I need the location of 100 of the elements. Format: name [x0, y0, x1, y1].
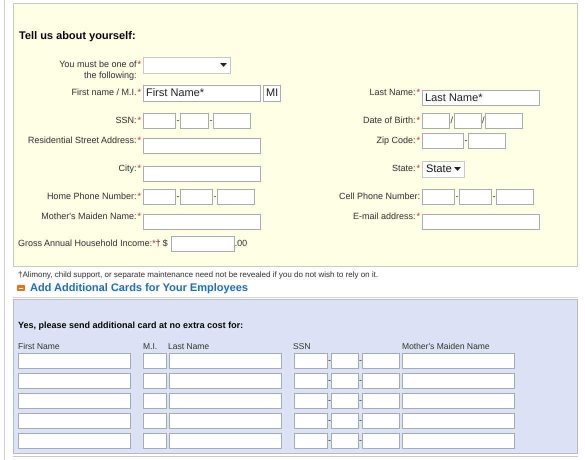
dropdown[interactable]: State — [422, 160, 465, 178]
currency-sign: $ — [162, 236, 168, 250]
input-field[interactable] — [422, 132, 464, 148]
input-field[interactable] — [217, 188, 255, 204]
input-field[interactable] — [331, 352, 359, 368]
required-mark: * — [137, 134, 141, 146]
input-field[interactable] — [18, 392, 131, 408]
required-mark: * — [416, 162, 420, 174]
input-field[interactable] — [213, 112, 251, 128]
input-field[interactable] — [422, 188, 455, 204]
required-mark: * — [137, 210, 141, 222]
input-field[interactable] — [169, 392, 282, 408]
separator: - — [359, 356, 362, 365]
field-label: You must be one of the following: — [58, 58, 136, 80]
input-field[interactable] — [143, 112, 176, 128]
separator: - — [359, 396, 362, 405]
separator: - — [328, 376, 331, 385]
input-field[interactable]: First Name* — [143, 84, 261, 102]
required-mark: * — [137, 114, 141, 126]
separator: - — [456, 192, 458, 201]
field-label: Gross Annual Household Income: — [18, 236, 152, 250]
input-field[interactable] — [294, 432, 328, 448]
input-field[interactable] — [18, 432, 131, 448]
cents-text: .00 — [234, 236, 248, 250]
input-field[interactable] — [422, 214, 540, 230]
input-field[interactable] — [169, 372, 282, 388]
collapse-icon[interactable] — [17, 285, 25, 291]
separator: - — [176, 116, 180, 125]
input-field[interactable] — [485, 112, 524, 128]
input-field[interactable] — [170, 236, 235, 252]
separator: / — [450, 116, 454, 125]
separator: - — [328, 416, 331, 425]
field-label: Mother's Maiden Name: — [41, 210, 136, 222]
input-field[interactable] — [362, 372, 400, 388]
section-heading[interactable]: Add Additional Cards for Your Employees — [30, 280, 248, 296]
input-field[interactable] — [362, 352, 400, 368]
input-field[interactable] — [294, 392, 328, 408]
field-label: E-mail address: — [352, 210, 416, 222]
input-field[interactable] — [362, 412, 400, 428]
separator: - — [328, 356, 331, 365]
input-field[interactable] — [18, 372, 131, 388]
input-field[interactable] — [143, 352, 167, 368]
separator: - — [328, 396, 331, 405]
separator: - — [359, 376, 362, 385]
input-field[interactable] — [402, 412, 515, 428]
input-field[interactable] — [331, 412, 359, 428]
field-label: Last Name: — [369, 86, 416, 98]
input-field[interactable]: Last Name* — [422, 90, 540, 106]
field-label: Residential Street Address: — [28, 134, 136, 146]
input-field[interactable] — [180, 112, 209, 128]
caret-icon — [220, 63, 227, 67]
field-label: SSN: — [115, 114, 136, 126]
input-field[interactable] — [143, 432, 167, 448]
input-field[interactable] — [169, 432, 282, 448]
field-label: First name / M.I. — [71, 86, 136, 98]
input-field[interactable] — [402, 352, 515, 368]
input-field[interactable] — [402, 432, 515, 448]
input-field[interactable] — [143, 372, 167, 388]
field-label: Zip Code: — [376, 134, 416, 146]
separator: - — [492, 192, 496, 201]
input-field[interactable] — [143, 166, 261, 182]
input-field[interactable] — [402, 392, 515, 408]
input-field[interactable] — [331, 372, 359, 388]
input-field[interactable] — [454, 112, 482, 128]
input-field[interactable] — [362, 432, 400, 448]
separator: - — [328, 436, 331, 445]
input-field[interactable] — [459, 188, 492, 204]
input-field[interactable] — [169, 412, 282, 428]
input-field[interactable] — [143, 188, 176, 204]
field-label: Date of Birth: — [362, 114, 416, 126]
column-header: First Name — [18, 340, 61, 350]
input-field[interactable] — [294, 412, 328, 428]
dropdown[interactable] — [143, 56, 231, 74]
input-field[interactable] — [143, 138, 261, 154]
field-label: State: — [392, 162, 416, 174]
required-mark: * — [416, 114, 420, 126]
separator: - — [210, 116, 212, 125]
required-mark: * — [137, 162, 141, 174]
required-mark: * — [416, 210, 420, 222]
input-field[interactable] — [331, 432, 359, 448]
input-field[interactable]: MI — [263, 84, 281, 102]
input-field[interactable] — [143, 412, 167, 428]
input-field[interactable] — [422, 112, 450, 128]
required-mark: * — [416, 86, 420, 98]
input-field[interactable] — [143, 214, 261, 230]
input-field[interactable] — [496, 188, 534, 204]
input-field[interactable] — [362, 392, 400, 408]
input-field[interactable] — [402, 372, 515, 388]
required-mark: * — [416, 134, 420, 146]
input-field[interactable] — [180, 188, 213, 204]
input-field[interactable] — [143, 392, 167, 408]
input-field[interactable] — [331, 392, 359, 408]
input-field[interactable] — [169, 352, 282, 368]
input-field[interactable] — [294, 352, 328, 368]
input-field[interactable] — [468, 132, 506, 148]
input-field[interactable] — [18, 352, 131, 368]
section-title: Tell us about yourself: — [19, 29, 137, 44]
footnote: †Alimony, child support, or separate maintenance need not be revealed if you do not wish to rely on it. — [18, 268, 380, 280]
input-field[interactable] — [18, 412, 131, 428]
input-field[interactable] — [294, 372, 328, 388]
